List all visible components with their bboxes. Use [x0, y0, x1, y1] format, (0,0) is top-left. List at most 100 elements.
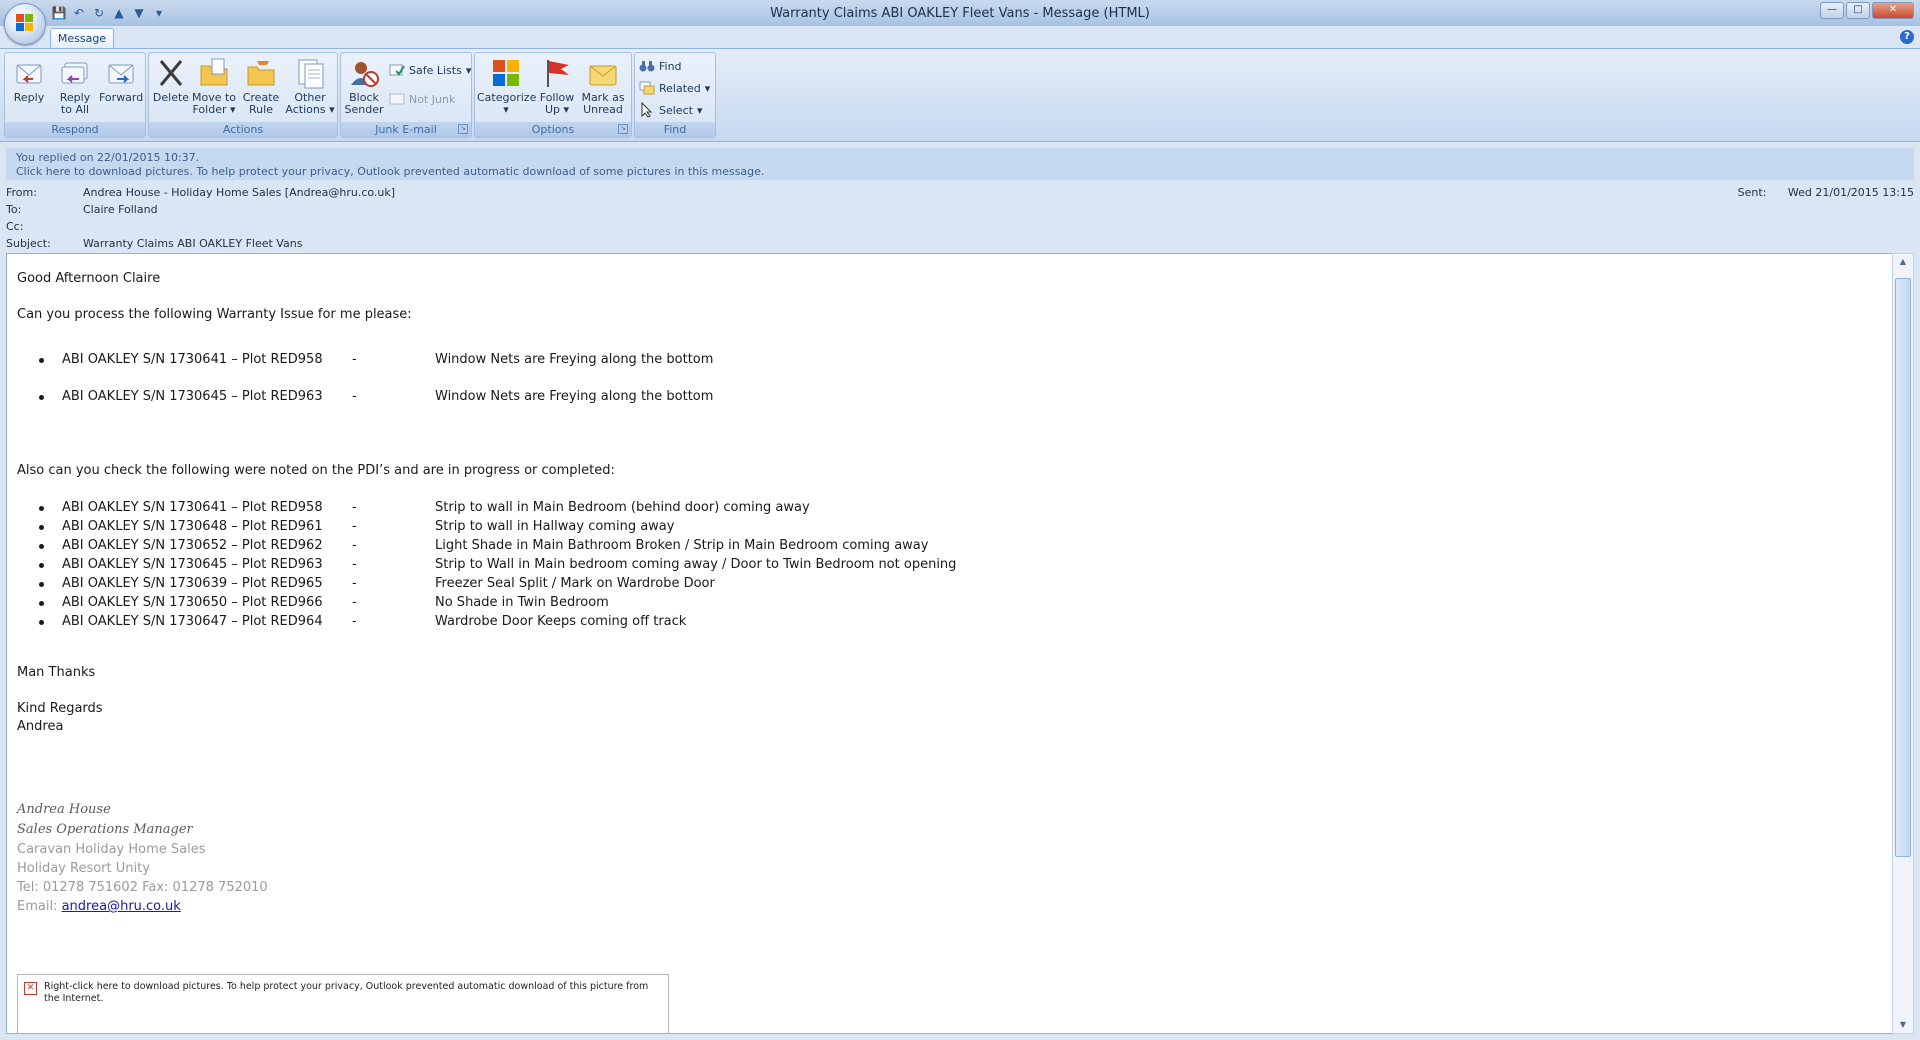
- other-actions-icon: [294, 57, 326, 89]
- list-item-issue: Strip to wall in Main Bedroom (behind do…: [435, 500, 810, 515]
- block-sender-button[interactable]: Block Sender: [343, 57, 385, 116]
- delete-button[interactable]: Delete: [151, 57, 191, 104]
- cc-label: Cc:: [6, 220, 24, 233]
- not-junk-button[interactable]: Not Junk: [389, 90, 455, 108]
- message-body[interactable]: Good Afternoon Claire Can you process th…: [6, 253, 1896, 1034]
- list-item-issue: No Shade in Twin Bedroom: [435, 595, 609, 610]
- to-value[interactable]: Claire Folland: [83, 203, 158, 216]
- options-dialog-launcher[interactable]: ↘: [618, 124, 628, 134]
- mark-as-unread-button[interactable]: Mark as Unread: [579, 57, 627, 116]
- list-item-unit: ABI OAKLEY S/N 1730645 – Plot RED963: [62, 557, 323, 572]
- forward-icon: [105, 57, 137, 89]
- maximize-button[interactable]: □: [1846, 2, 1870, 19]
- list-item-unit: ABI OAKLEY S/N 1730652 – Plot RED962: [62, 538, 323, 553]
- scroll-up-icon[interactable]: ▲: [1893, 254, 1913, 270]
- group-actions: Delete Move to Folder ▾ Create Rule Othe…: [148, 52, 338, 138]
- safe-lists-button[interactable]: Safe Lists ▾: [389, 61, 471, 79]
- group-label-junk: Junk E-mail: [341, 122, 471, 137]
- signature-resort: Holiday Resort Unity: [17, 861, 150, 876]
- broken-image-icon: ✕: [24, 982, 37, 995]
- delete-icon: [155, 57, 187, 89]
- bullet-icon: [39, 582, 44, 587]
- list-item-separator: -: [352, 519, 357, 534]
- categorize-button[interactable]: Categorize ▾: [477, 57, 536, 116]
- block-sender-icon: [348, 57, 380, 89]
- to-label: To:: [6, 203, 22, 216]
- signature-email-link[interactable]: andrea@hru.co.uk: [62, 899, 181, 914]
- help-icon[interactable]: ?: [1900, 30, 1914, 44]
- intro-text: Can you process the following Warranty I…: [17, 307, 412, 322]
- blocked-image-text: Right-click here to download pictures. T…: [44, 981, 649, 1004]
- move-to-folder-button[interactable]: Move to Folder ▾: [191, 57, 237, 116]
- list-item-unit: ABI OAKLEY S/N 1730647 – Plot RED964: [62, 614, 323, 629]
- folder-icon: [198, 57, 230, 89]
- sent-value: Wed 21/01/2015 13:15: [1787, 186, 1914, 199]
- scroll-down-icon[interactable]: ▼: [1893, 1017, 1913, 1033]
- sent-label: Sent:: [1737, 186, 1767, 199]
- select-button[interactable]: Select ▾: [639, 101, 702, 119]
- unread-envelope-icon: [587, 57, 619, 89]
- reply-all-button[interactable]: Reply to All: [53, 57, 97, 116]
- title-bar: 💾 ↶ ↻ ▲ ▼ ▾ Warranty Claims ABI OAKLEY F…: [0, 0, 1920, 27]
- subject-value: Warranty Claims ABI OAKLEY Fleet Vans: [83, 237, 303, 250]
- from-value[interactable]: Andrea House - Holiday Home Sales [Andre…: [83, 186, 395, 199]
- group-find: Find Related ▾ Select ▾ Find: [634, 52, 716, 138]
- categorize-icon: [490, 57, 522, 89]
- safe-lists-icon: [389, 62, 405, 78]
- close-button[interactable]: ✕: [1872, 2, 1914, 19]
- info-bar[interactable]: You replied on 22/01/2015 10:37. Click h…: [6, 148, 1914, 180]
- binoculars-icon: [639, 58, 655, 74]
- also-text: Also can you check the following were no…: [17, 463, 615, 478]
- find-button[interactable]: Find: [639, 57, 682, 75]
- create-rule-button[interactable]: Create Rule: [239, 57, 283, 116]
- ribbon-tab-row: Message ?: [0, 26, 1920, 49]
- subject-label: Subject:: [6, 237, 51, 250]
- flag-icon: [541, 57, 573, 89]
- list-item-issue: Wardrobe Door Keeps coming off track: [435, 614, 687, 629]
- related-button[interactable]: Related ▾: [639, 79, 710, 97]
- list-item-separator: -: [352, 557, 357, 572]
- minimize-button[interactable]: —: [1820, 2, 1844, 19]
- group-respond: Reply Reply to All Forward Respond: [4, 52, 146, 138]
- blocked-image-placeholder[interactable]: ✕ Right-click here to download pictures.…: [17, 974, 669, 1033]
- list-item-separator: -: [352, 538, 357, 553]
- reply-icon: [13, 57, 45, 89]
- ribbon: Reply Reply to All Forward Respond Delet…: [0, 48, 1920, 142]
- junk-dialog-launcher[interactable]: ↘: [458, 124, 468, 134]
- other-actions-button[interactable]: Other Actions ▾: [285, 57, 335, 116]
- bullet-icon: [39, 395, 44, 400]
- list-item-unit: ABI OAKLEY S/N 1730639 – Plot RED965: [62, 576, 323, 591]
- list-item-issue: Freezer Seal Split / Mark on Wardrobe Do…: [435, 576, 715, 591]
- replied-notice: You replied on 22/01/2015 10:37.: [16, 151, 200, 164]
- signature-company: Caravan Holiday Home Sales: [17, 842, 206, 857]
- group-options: Categorize ▾ Follow Up ▾ Mark as Unread …: [474, 52, 632, 138]
- follow-up-button[interactable]: Follow Up ▾: [537, 57, 577, 116]
- list-item-unit: ABI OAKLEY S/N 1730648 – Plot RED961: [62, 519, 323, 534]
- download-pictures-notice[interactable]: Click here to download pictures. To help…: [6, 165, 1914, 179]
- signature-title: Sales Operations Manager: [17, 822, 193, 837]
- regards-text: Kind Regards: [17, 701, 103, 716]
- list-item-issue: Strip to Wall in Main bedroom coming awa…: [435, 557, 957, 572]
- signature-email-label: Email:: [17, 899, 62, 914]
- group-label-respond: Respond: [5, 122, 145, 137]
- tab-message[interactable]: Message: [50, 28, 114, 49]
- bullet-icon: [39, 506, 44, 511]
- group-junk-email: Block Sender Safe Lists ▾ Not Junk Junk E…: [340, 52, 472, 138]
- message-header: From: Andrea House - Holiday Home Sales …: [0, 184, 1920, 252]
- list-item-separator: -: [352, 500, 357, 515]
- vertical-scrollbar[interactable]: ▲ ▼: [1892, 253, 1914, 1034]
- office-button[interactable]: [4, 3, 46, 45]
- group-label-find: Find: [635, 122, 715, 137]
- office-logo-icon: [16, 14, 34, 32]
- signature-email-row: Email: andrea@hru.co.uk: [17, 899, 181, 914]
- greeting: Good Afternoon Claire: [17, 271, 161, 286]
- forward-button[interactable]: Forward: [99, 57, 143, 104]
- sender-name: Andrea: [17, 719, 64, 734]
- scroll-thumb[interactable]: [1895, 278, 1911, 857]
- bullet-icon: [39, 563, 44, 568]
- signature-name: Andrea House: [17, 802, 111, 817]
- reply-button[interactable]: Reply: [9, 57, 49, 104]
- bullet-icon: [39, 525, 44, 530]
- group-label-options: Options: [475, 122, 631, 137]
- window-title: Warranty Claims ABI OAKLEY Fleet Vans - …: [770, 6, 1150, 21]
